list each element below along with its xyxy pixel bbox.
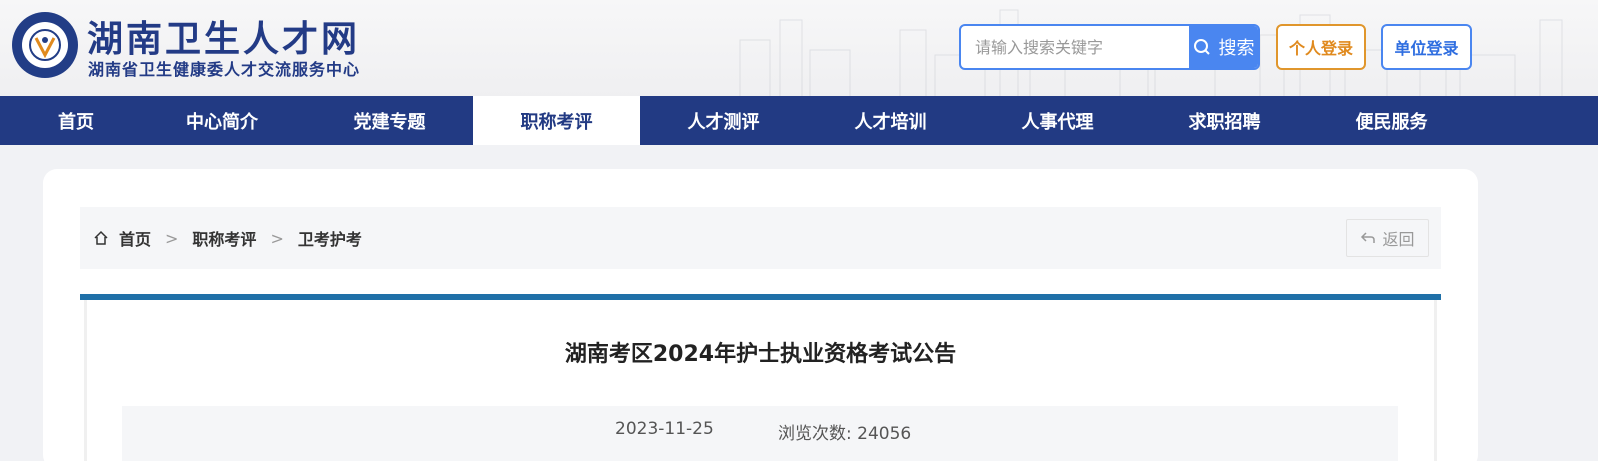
search-box: 搜索 (959, 24, 1260, 70)
breadcrumb-separator: > (165, 228, 179, 248)
article-date: 2023-11-25 (615, 419, 714, 439)
site-header: 湖南卫生人才网 湖南省卫生健康委人才交流服务中心 搜索 个人登录 单位登录 (0, 0, 1598, 98)
back-button[interactable]: 返回 (1346, 219, 1429, 257)
search-input[interactable] (961, 26, 1189, 68)
nav-item-party[interactable]: 党建专题 (306, 96, 473, 145)
nav-item-talent-assessment[interactable]: 人才测评 (640, 96, 807, 145)
search-button-label: 搜索 (1218, 38, 1255, 59)
breadcrumb-title-evaluation[interactable]: 职称考评 (192, 226, 256, 250)
article-title: 湖南考区2024年护士执业资格考试公告 (564, 342, 957, 367)
back-button-label: 返回 (1382, 230, 1415, 249)
breadcrumb: 首页 > 职称考评 > 卫考护考 (93, 226, 362, 250)
breadcrumb-separator: > (270, 228, 284, 248)
unit-login-button[interactable]: 单位登录 (1381, 24, 1472, 70)
nav-item-title-evaluation[interactable]: 职称考评 (473, 96, 640, 145)
article-meta-bar (122, 406, 1398, 461)
site-title: 湖南卫生人才网 (87, 19, 361, 60)
personal-login-button[interactable]: 个人登录 (1276, 24, 1366, 70)
site-logo[interactable] (12, 12, 78, 78)
site-subtitle: 湖南省卫生健康委人才交流服务中心 (88, 60, 361, 79)
main-nav: 首页 中心简介 党建专题 职称考评 人才测评 人才培训 人事代理 求职招聘 便民… (0, 96, 1598, 145)
logo-mark-icon (29, 29, 61, 61)
search-button[interactable]: 搜索 (1189, 26, 1258, 68)
breadcrumb-home[interactable]: 首页 (119, 226, 151, 250)
home-icon (94, 230, 108, 245)
nav-item-training[interactable]: 人才培训 (807, 96, 974, 145)
back-arrow-icon (1361, 232, 1376, 243)
breadcrumb-nurse-exam[interactable]: 卫考护考 (298, 226, 362, 250)
nav-item-personnel-agency[interactable]: 人事代理 (974, 96, 1141, 145)
article-view-count: 浏览次数: 24056 (778, 424, 912, 444)
nav-item-services[interactable]: 便民服务 (1308, 96, 1475, 145)
nav-item-recruitment[interactable]: 求职招聘 (1141, 96, 1308, 145)
search-icon (1193, 39, 1210, 55)
nav-item-home[interactable]: 首页 (0, 96, 152, 145)
nav-item-about[interactable]: 中心简介 (152, 96, 292, 145)
